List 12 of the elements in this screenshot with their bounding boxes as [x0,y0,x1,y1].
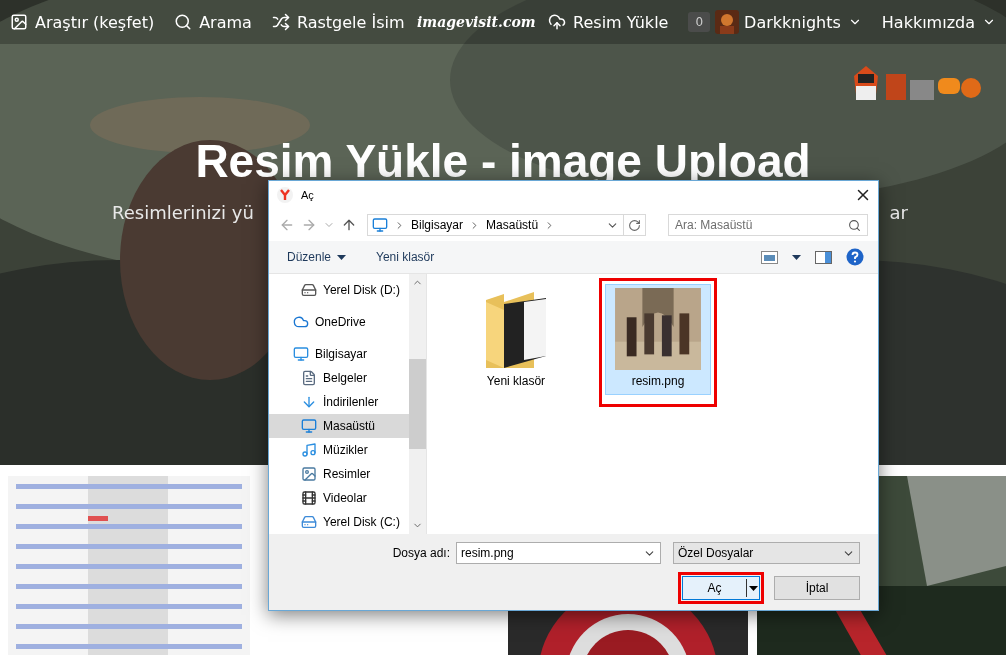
image-icon [301,466,317,482]
drive-icon [301,514,317,530]
nav-item[interactable]: Yerel Disk (C:) [269,510,409,534]
cancel-button[interactable]: İptal [774,576,860,600]
field-label: Dosya adı: [392,546,450,560]
nav-item[interactable]: Resimler [269,462,409,486]
caret-icon [748,585,758,591]
film-icon [301,490,317,506]
filename-field[interactable]: resim.png [456,542,661,564]
nav-item[interactable]: Videolar [269,486,409,510]
open-button[interactable]: Aç [682,576,760,600]
file-type-select[interactable]: Özel Dosyalar [673,542,860,564]
